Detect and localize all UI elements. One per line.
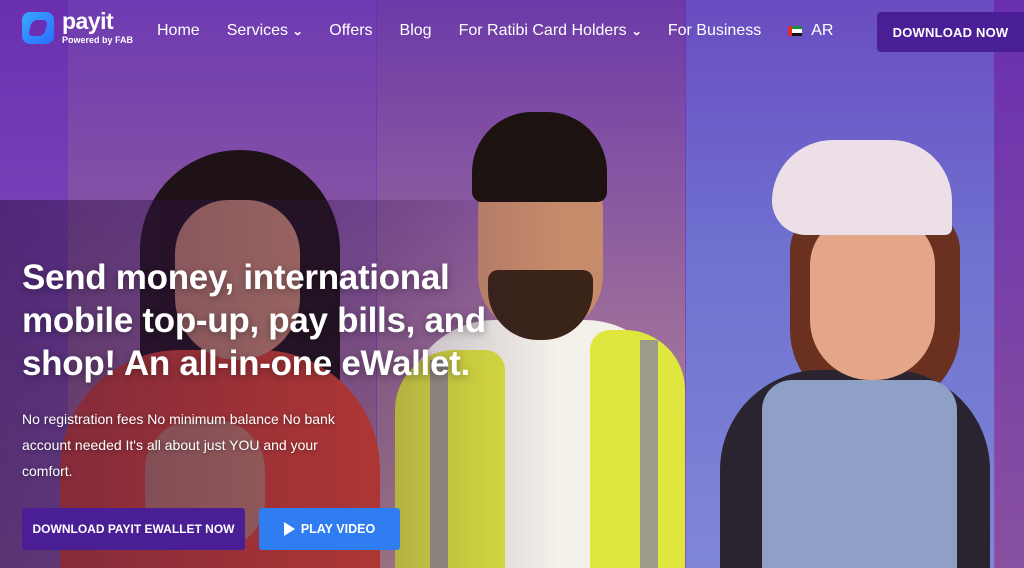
- play-video-button[interactable]: PLAY VIDEO: [259, 508, 400, 550]
- chevron-down-icon: ⌄: [292, 25, 304, 38]
- hero-subtext: No registration fees No minimum balance …: [22, 411, 335, 479]
- nav-item-label: For Ratibi Card Holders: [458, 22, 627, 39]
- hero-image-panel-4: [995, 0, 1024, 568]
- download-ewallet-label: DOWNLOAD PAYIT EWALLET NOW: [32, 522, 235, 536]
- main-nav: Home Services ⌄ Offers Blog For Ratibi C…: [157, 22, 833, 40]
- hero-person-woman2-cap: [772, 140, 952, 235]
- uae-flag-icon: [788, 26, 803, 36]
- download-ewallet-button[interactable]: DOWNLOAD PAYIT EWALLET NOW: [22, 508, 245, 550]
- brand-tagline: Powered by FAB: [62, 35, 134, 45]
- play-icon: [283, 522, 295, 536]
- nav-item-label: Services: [226, 22, 289, 39]
- nav-item-label: For Business: [667, 22, 762, 39]
- nav-item-label: Home: [157, 22, 200, 39]
- hero-headline: Send money, international mobile top-up,…: [22, 258, 486, 383]
- language-label: AR: [811, 22, 834, 39]
- brand-logo[interactable]: payit Powered by FAB: [22, 10, 133, 45]
- nav-item-services[interactable]: Services ⌄: [226, 22, 304, 40]
- payit-logo-icon: [22, 11, 54, 44]
- play-video-label: PLAY VIDEO: [300, 522, 376, 536]
- hero-person-man-vest-stripe: [640, 340, 658, 568]
- download-now-button[interactable]: DOWNLOAD NOW: [877, 12, 1024, 52]
- hero-person-woman2-face: [810, 215, 935, 380]
- hero-person-woman2-apron: [762, 380, 957, 568]
- nav-item-offers[interactable]: Offers: [329, 22, 372, 40]
- nav-item-label: Offers: [329, 22, 373, 39]
- hero-person-man-vest-right: [590, 330, 685, 568]
- language-switch[interactable]: AR: [788, 22, 833, 40]
- brand-name: payit: [62, 8, 114, 34]
- nav-item-home[interactable]: Home: [157, 22, 200, 40]
- nav-item-ratibi[interactable]: For Ratibi Card Holders ⌄: [458, 22, 642, 40]
- chevron-down-icon: ⌄: [630, 25, 642, 38]
- nav-item-blog[interactable]: Blog: [400, 22, 432, 40]
- nav-item-business[interactable]: For Business: [668, 22, 761, 40]
- brand-text: payit Powered by FAB: [62, 10, 133, 45]
- nav-item-label: Blog: [399, 22, 432, 39]
